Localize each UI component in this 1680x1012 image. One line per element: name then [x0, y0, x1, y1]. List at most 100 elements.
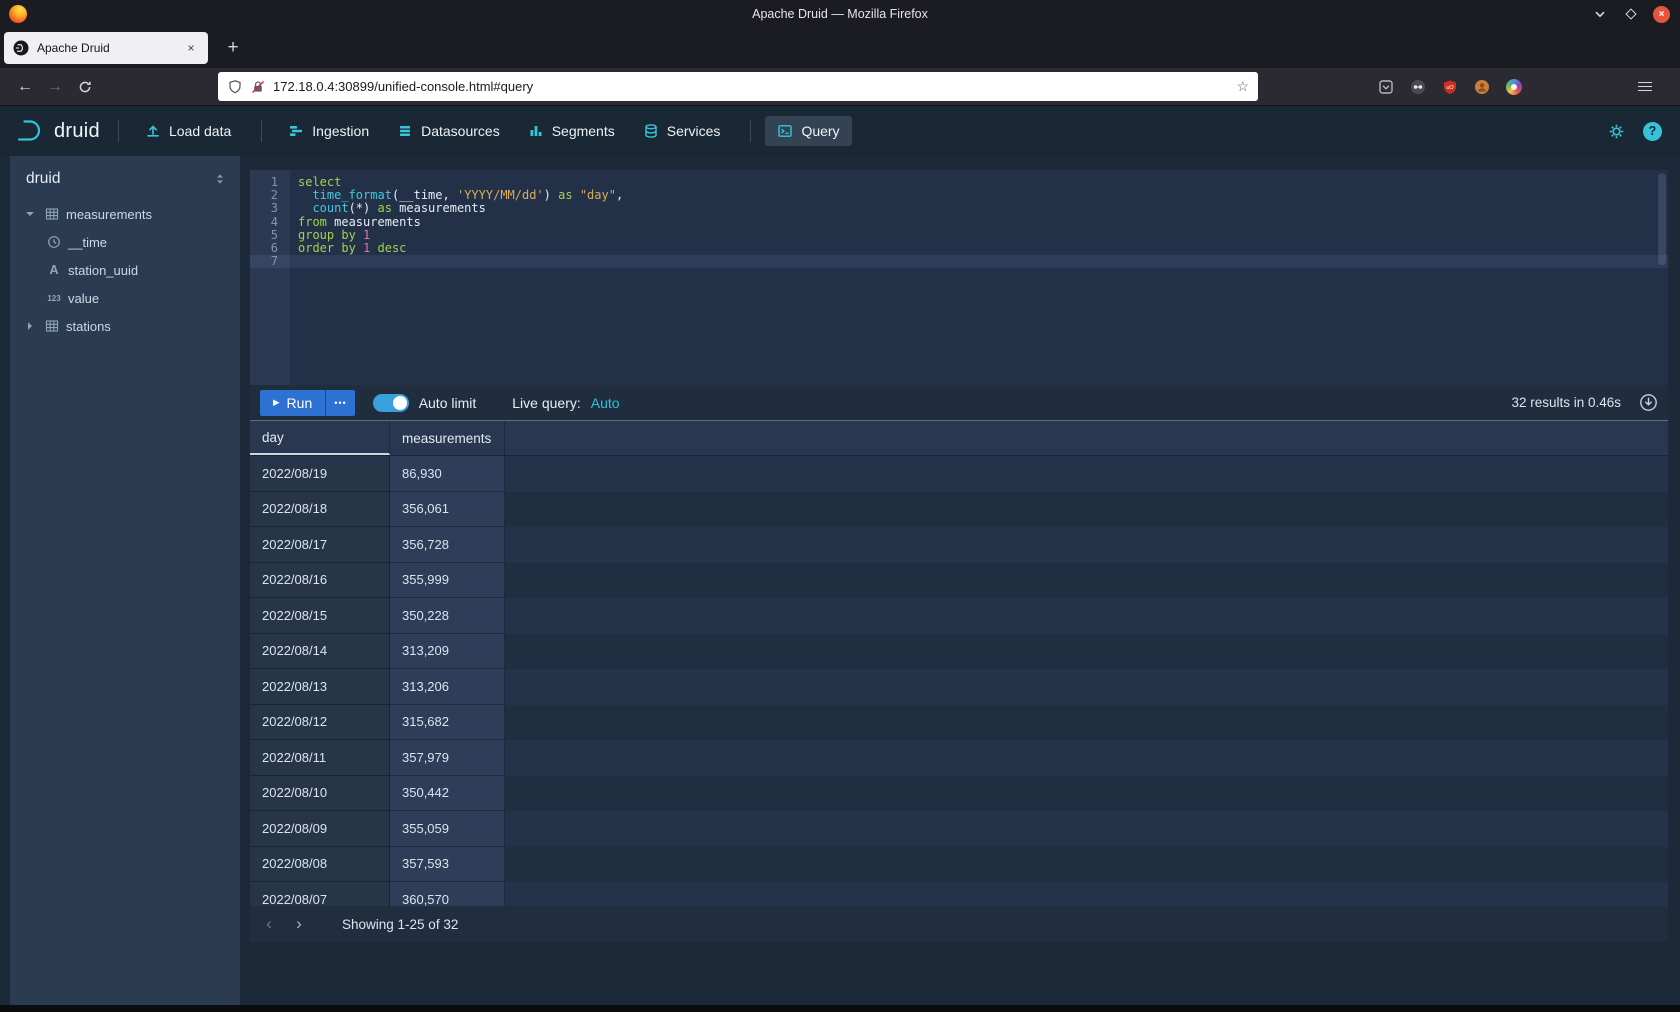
- nav-divider: [261, 120, 262, 142]
- cell-measurements[interactable]: 313,209: [390, 634, 505, 670]
- cell-day[interactable]: 2022/08/15: [250, 598, 390, 634]
- window-close-button[interactable]: ×: [1653, 6, 1670, 23]
- druid-logo-icon: [16, 118, 46, 144]
- cell-measurements[interactable]: 315,682: [390, 705, 505, 741]
- auto-limit-toggle[interactable]: [373, 394, 409, 412]
- bookmark-star-icon[interactable]: ☆: [1236, 78, 1249, 95]
- code-token: ,: [616, 188, 623, 202]
- cell-measurements[interactable]: 355,999: [390, 563, 505, 599]
- table-row: 2022/08/13313,206: [250, 669, 1668, 705]
- run-button[interactable]: ▶ Run: [260, 390, 325, 416]
- row-filler: [505, 847, 1668, 883]
- cell-measurements[interactable]: 313,206: [390, 669, 505, 705]
- cell-day[interactable]: 2022/08/13: [250, 669, 390, 705]
- row-filler: [505, 563, 1668, 599]
- nav-datasources[interactable]: Datasources: [385, 116, 512, 146]
- nav-services[interactable]: Services: [631, 116, 733, 146]
- cell-day[interactable]: 2022/08/14: [250, 634, 390, 670]
- account-icon[interactable]: [1402, 72, 1434, 102]
- code-token: [298, 188, 312, 202]
- tree-item-station-uuid[interactable]: Astation_uuid: [10, 256, 240, 284]
- column-header-measurements[interactable]: measurements: [390, 421, 505, 455]
- live-query-value[interactable]: Auto: [591, 395, 620, 411]
- cell-day[interactable]: 2022/08/09: [250, 811, 390, 847]
- row-filler: [505, 740, 1668, 776]
- prev-page-icon[interactable]: ‹: [256, 911, 282, 937]
- window-shade-icon[interactable]: [1591, 5, 1609, 23]
- cell-measurements[interactable]: 86,930: [390, 456, 505, 492]
- tab-title: Apache Druid: [37, 41, 175, 55]
- cell-day[interactable]: 2022/08/11: [250, 740, 390, 776]
- tree-item-label: value: [68, 291, 99, 306]
- nav-ingestion[interactable]: Ingestion: [276, 116, 381, 146]
- nav-load-data[interactable]: Load data: [133, 116, 243, 146]
- cell-measurements[interactable]: 357,979: [390, 740, 505, 776]
- cell-measurements[interactable]: 360,570: [390, 882, 505, 906]
- row-filler: [505, 456, 1668, 492]
- cell-measurements[interactable]: 357,593: [390, 847, 505, 883]
- cell-measurements[interactable]: 355,059: [390, 811, 505, 847]
- druid-logo[interactable]: druid: [16, 118, 100, 144]
- forward-button[interactable]: →: [40, 72, 70, 102]
- browser-tab[interactable]: Apache Druid ×: [4, 32, 208, 64]
- window-maximize-icon[interactable]: [1622, 5, 1640, 23]
- reload-button[interactable]: [70, 72, 100, 102]
- cell-measurements[interactable]: 356,728: [390, 527, 505, 563]
- url-bar[interactable]: 172.18.0.4:30899/unified-console.html#qu…: [218, 72, 1258, 101]
- help-icon[interactable]: ?: [1643, 122, 1662, 141]
- cell-measurements[interactable]: 356,061: [390, 492, 505, 528]
- cell-day[interactable]: 2022/08/17: [250, 527, 390, 563]
- row-filler: [505, 811, 1668, 847]
- table-row: 2022/08/09355,059: [250, 811, 1668, 847]
- next-page-icon[interactable]: ›: [286, 911, 312, 937]
- sql-editor[interactable]: 1234567 select time_format(__time, 'YYYY…: [250, 170, 1668, 385]
- code-token: 1: [363, 228, 370, 242]
- sort-icon[interactable]: [212, 171, 228, 187]
- settings-gear-icon[interactable]: [1608, 123, 1625, 140]
- tree-item-value[interactable]: 123value: [10, 284, 240, 312]
- cell-day[interactable]: 2022/08/12: [250, 705, 390, 741]
- row-filler: [505, 776, 1668, 812]
- cell-day[interactable]: 2022/08/08: [250, 847, 390, 883]
- nav-divider: [750, 120, 751, 142]
- table-icon: [44, 206, 60, 222]
- cell-day[interactable]: 2022/08/10: [250, 776, 390, 812]
- table-icon: [44, 318, 60, 334]
- profile-avatar-icon[interactable]: [1466, 72, 1498, 102]
- cell-day[interactable]: 2022/08/18: [250, 492, 390, 528]
- menu-button[interactable]: [1630, 72, 1660, 102]
- cell-day[interactable]: 2022/08/19: [250, 456, 390, 492]
- code-line: from measurements: [298, 216, 1668, 229]
- column-header-day[interactable]: day: [250, 421, 390, 455]
- code-token: measurements: [392, 201, 486, 215]
- results-header: day measurements: [250, 421, 1668, 456]
- connection-insecure-icon[interactable]: [250, 79, 266, 95]
- cell-measurements[interactable]: 350,228: [390, 598, 505, 634]
- cell-day[interactable]: 2022/08/16: [250, 563, 390, 599]
- ublock-icon[interactable]: uO: [1434, 72, 1466, 102]
- editor-scrollbar[interactable]: [1658, 173, 1666, 265]
- tab-bar: Apache Druid × +: [0, 28, 1680, 68]
- run-more-button[interactable]: •••: [325, 390, 354, 416]
- code-token: [370, 241, 377, 255]
- tree-item-stations[interactable]: stations: [10, 312, 240, 340]
- code-token: (*): [349, 201, 378, 215]
- line-number: 3: [250, 202, 278, 215]
- back-button[interactable]: ←: [10, 72, 40, 102]
- nav-query[interactable]: Query: [765, 116, 851, 146]
- extension-pinwheel-icon[interactable]: [1498, 72, 1530, 102]
- tracking-protection-shield-icon[interactable]: [227, 79, 243, 95]
- code-token: (__time,: [392, 188, 457, 202]
- new-tab-button[interactable]: +: [218, 33, 248, 63]
- pocket-icon[interactable]: [1370, 72, 1402, 102]
- window-titlebar[interactable]: Apache Druid — Mozilla Firefox ×: [0, 0, 1680, 28]
- results-table: day measurements 2022/08/1986,9302022/08…: [250, 420, 1668, 906]
- cell-day[interactable]: 2022/08/07: [250, 882, 390, 906]
- tree-item-measurements[interactable]: measurements: [10, 200, 240, 228]
- nav-segments[interactable]: Segments: [516, 116, 627, 146]
- tab-close-icon[interactable]: ×: [183, 41, 199, 55]
- download-icon[interactable]: [1639, 393, 1658, 412]
- editor-code[interactable]: select time_format(__time, 'YYYY/MM/dd')…: [290, 170, 1668, 385]
- cell-measurements[interactable]: 350,442: [390, 776, 505, 812]
- tree-item-time[interactable]: __time: [10, 228, 240, 256]
